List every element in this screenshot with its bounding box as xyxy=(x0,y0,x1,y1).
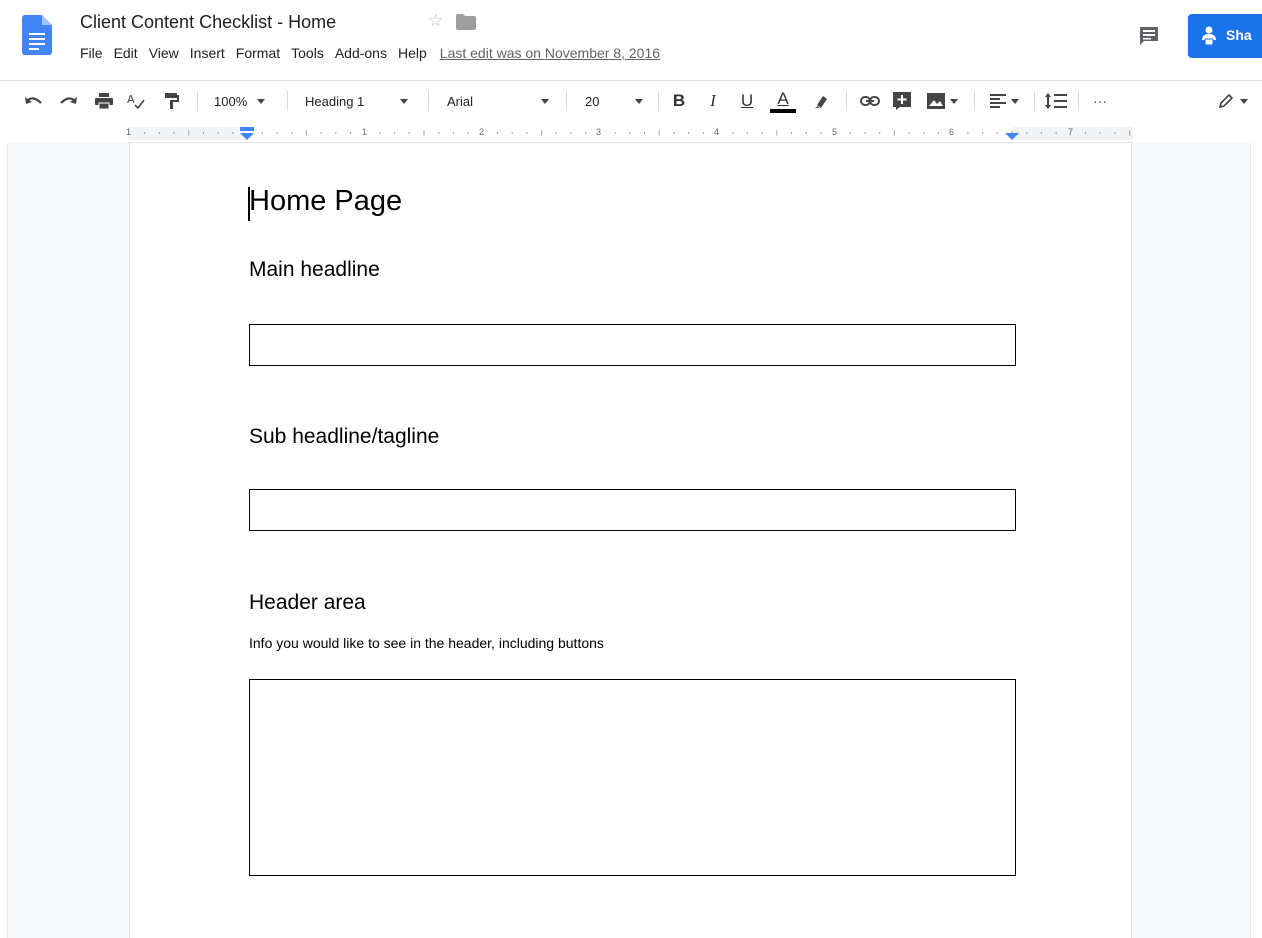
ruler-number: 5 xyxy=(832,127,838,137)
toolbar: A 100% Heading 1 Arial 20 B I U A ··· xyxy=(0,80,1262,120)
bold-button[interactable]: B xyxy=(668,81,690,121)
menu-add-ons[interactable]: Add-ons xyxy=(335,45,387,61)
toolbar-divider xyxy=(1078,91,1079,111)
star-icon[interactable]: ☆ xyxy=(428,11,443,31)
menu-help[interactable]: Help xyxy=(398,45,427,61)
vertical-scrollbar[interactable] xyxy=(1250,143,1262,938)
last-edit-link[interactable]: Last edit was on November 8, 2016 xyxy=(440,45,660,61)
zoom-value: 100% xyxy=(214,93,248,109)
left-indent-handle[interactable] xyxy=(240,133,254,140)
ruler-number: 1 xyxy=(362,127,368,137)
align-button[interactable] xyxy=(984,81,1024,121)
editing-mode-button[interactable] xyxy=(1218,81,1262,121)
toolbar-divider xyxy=(287,91,288,111)
toolbar-divider xyxy=(846,91,847,111)
page-title[interactable]: Home Page xyxy=(249,185,402,218)
font-size-value: 20 xyxy=(585,93,600,109)
more-options-button[interactable]: ··· xyxy=(1086,81,1114,121)
menu-insert[interactable]: Insert xyxy=(190,45,225,61)
menu-file[interactable]: File xyxy=(80,45,103,61)
ruler-number: 1 xyxy=(126,127,132,137)
ruler-number: 2 xyxy=(479,127,485,137)
underline-button[interactable]: U xyxy=(736,81,758,121)
section-heading[interactable]: Main headline xyxy=(249,258,380,282)
style-value: Heading 1 xyxy=(305,93,365,109)
italic-button[interactable]: I xyxy=(702,81,724,121)
bold-icon: B xyxy=(672,91,686,110)
spellcheck-icon[interactable]: A xyxy=(124,81,148,121)
ruler-number: 3 xyxy=(596,127,602,137)
chevron-down-icon xyxy=(949,98,958,104)
redo-icon[interactable] xyxy=(56,81,80,121)
font-select[interactable]: Arial xyxy=(447,81,550,121)
sub-headline-field[interactable] xyxy=(249,489,1016,531)
right-indent-handle[interactable] xyxy=(1005,133,1019,140)
menu-view[interactable]: View xyxy=(149,45,179,61)
toolbar-divider xyxy=(428,91,429,111)
italic-icon: I xyxy=(710,91,716,110)
chevron-down-icon xyxy=(635,98,644,104)
document-canvas: Home Page Main headline Sub headline/tag… xyxy=(0,143,1262,938)
font-size-select[interactable]: 20 xyxy=(585,81,644,121)
chevron-down-icon xyxy=(257,98,266,104)
chevron-down-icon xyxy=(541,98,550,104)
zoom-select[interactable]: 100% xyxy=(214,81,266,121)
header-area-field[interactable] xyxy=(249,679,1016,876)
ruler[interactable]: 1 1 2 3 4 5 6 7 xyxy=(126,123,1133,143)
menu-tools[interactable]: Tools xyxy=(291,45,324,61)
pencil-icon xyxy=(1218,93,1234,109)
docs-logo-icon[interactable] xyxy=(22,15,52,55)
ruler-number: 4 xyxy=(714,127,720,137)
add-comment-icon[interactable] xyxy=(890,81,914,121)
ruler-number: 7 xyxy=(1068,127,1074,137)
insert-image-button[interactable] xyxy=(922,81,962,121)
font-value: Arial xyxy=(447,93,474,109)
menu-format[interactable]: Format xyxy=(236,45,280,61)
toolbar-divider xyxy=(974,91,975,111)
paint-format-icon[interactable] xyxy=(160,81,184,121)
toolbar-divider xyxy=(566,91,567,111)
share-button[interactable]: Sha xyxy=(1188,14,1262,58)
section-description[interactable]: Info you would like to see in the header… xyxy=(249,635,604,651)
section-heading[interactable]: Header area xyxy=(249,591,366,615)
ruler-ticks xyxy=(144,130,1131,136)
folder-icon[interactable] xyxy=(456,14,476,30)
text-color-swatch xyxy=(770,108,796,113)
chevron-down-icon xyxy=(1010,98,1019,104)
link-icon[interactable] xyxy=(856,81,884,121)
document-title[interactable]: Client Content Checklist - Home xyxy=(80,12,336,33)
chevron-down-icon xyxy=(400,98,409,104)
highlight-color-icon[interactable] xyxy=(810,81,832,121)
menu-bar: File Edit View Insert Format Tools Add-o… xyxy=(80,45,660,61)
align-left-icon xyxy=(989,94,1006,108)
title-bar: Client Content Checklist - Home ☆ File E… xyxy=(0,0,1262,76)
comment-history-icon[interactable] xyxy=(1138,25,1160,47)
text-color-icon: A xyxy=(777,88,789,108)
person-lock-icon xyxy=(1200,26,1218,46)
image-icon xyxy=(926,93,945,109)
document-page[interactable]: Home Page Main headline Sub headline/tag… xyxy=(129,143,1132,938)
menu-edit[interactable]: Edit xyxy=(114,45,138,61)
main-headline-field[interactable] xyxy=(249,324,1016,366)
toolbar-divider xyxy=(1034,91,1035,111)
ruler-number: 6 xyxy=(949,127,955,137)
text-color-button[interactable]: A xyxy=(770,81,796,121)
toolbar-divider xyxy=(658,91,659,111)
section-heading[interactable]: Sub headline/tagline xyxy=(249,425,439,449)
print-icon[interactable] xyxy=(92,81,116,121)
toolbar-divider xyxy=(197,91,198,111)
first-line-indent-handle[interactable] xyxy=(240,127,254,131)
chevron-down-icon xyxy=(1240,98,1248,104)
undo-icon[interactable] xyxy=(22,81,46,121)
svg-text:A: A xyxy=(127,93,135,106)
underline-icon: U xyxy=(740,91,754,110)
share-button-label: Sha xyxy=(1226,27,1252,43)
line-spacing-icon[interactable] xyxy=(1042,81,1070,121)
left-gutter xyxy=(0,143,8,938)
style-select[interactable]: Heading 1 xyxy=(305,81,409,121)
